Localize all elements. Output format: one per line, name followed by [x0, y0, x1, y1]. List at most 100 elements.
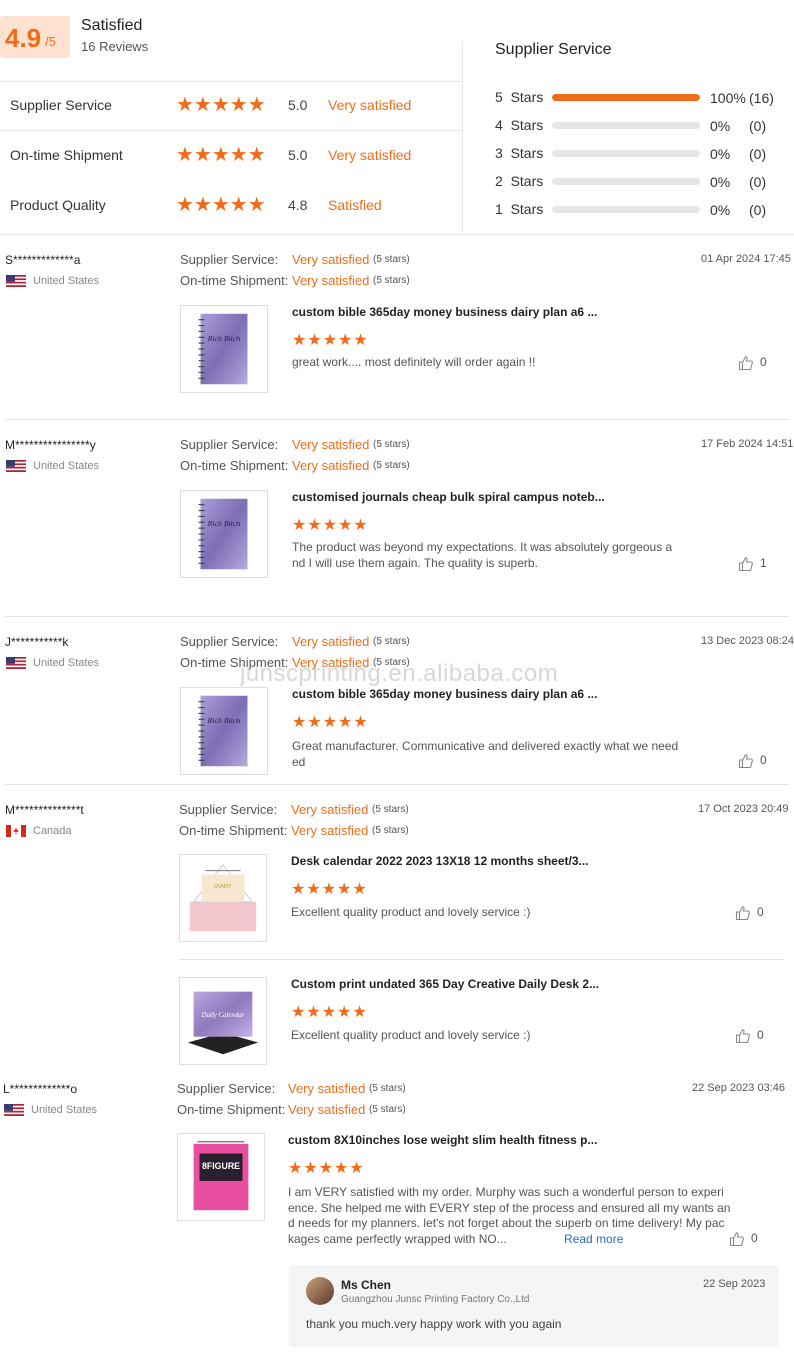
breakdown-row: 2 Stars 0% (0) — [495, 172, 785, 192]
supplier-service-verdict: Very satisfied — [288, 1081, 366, 1096]
like-count: 1 — [760, 556, 767, 571]
metric-verdict: Very satisfied — [328, 97, 412, 113]
product-title[interactable]: customised journals cheap bulk spiral ca… — [292, 490, 605, 504]
divider — [0, 130, 462, 131]
metric-label: Supplier Service — [10, 97, 112, 113]
read-more-link[interactable]: Read more — [564, 1231, 623, 1247]
reviewer-name: M****************y — [5, 438, 96, 452]
product-title[interactable]: custom 8X10inches lose weight slim healt… — [288, 1133, 597, 1147]
review-text: Excellent quality product and lovely ser… — [291, 905, 531, 919]
us-flag-icon — [6, 657, 26, 669]
divider — [179, 959, 784, 960]
us-flag-icon — [6, 275, 26, 287]
like-button[interactable]: 0 — [735, 1028, 764, 1044]
like-button[interactable]: 0 — [735, 905, 764, 921]
product-star-rating-icon: ★★★★★ — [291, 1004, 368, 1021]
supplier-service-verdict: Very satisfied — [292, 634, 370, 649]
supplier-reply: Ms Chen Guangzhou Junsc Printing Factory… — [289, 1265, 779, 1347]
supplier-service-stars: (5 stars) — [369, 1083, 406, 1094]
breakdown-bar — [552, 122, 700, 129]
product-thumbnail[interactable]: Daily Calendar — [179, 977, 267, 1065]
product-title[interactable]: custom bible 365day money business dairy… — [292, 687, 597, 701]
review-text-line: kages came perfectly wrapped with NO... — [288, 1232, 507, 1246]
review-text-line: d needs for my planners. let's not forge… — [288, 1216, 725, 1230]
reply-text: thank you much.very happy work with you … — [306, 1317, 562, 1331]
divider — [462, 42, 463, 232]
product-star-rating-icon: ★★★★★ — [288, 1160, 365, 1177]
like-count: 0 — [757, 905, 764, 920]
product-title[interactable]: Desk calendar 2022 2023 13X18 12 months … — [291, 854, 589, 868]
reviewer-country: United States — [31, 1104, 98, 1116]
product-star-rating-icon: ★★★★★ — [292, 714, 369, 731]
review-text: Excellent quality product and lovely ser… — [291, 1028, 531, 1042]
product-thumbnail[interactable]: DIARY — [179, 854, 267, 942]
like-button[interactable]: 1 — [738, 556, 767, 572]
supplier-service-stars: (5 stars) — [373, 636, 410, 647]
like-button[interactable]: 0 — [738, 355, 767, 371]
like-button[interactable]: 0 — [738, 753, 767, 769]
thumbs-up-icon — [738, 753, 754, 769]
divider — [5, 616, 789, 617]
svg-text:8FIGURE: 8FIGURE — [202, 1161, 240, 1171]
breakdown-row: 1 Stars 0% (0) — [495, 200, 785, 220]
product-thumbnail[interactable] — [180, 490, 268, 578]
reviewer-country: Canada — [33, 825, 72, 837]
metric-score: 4.8 — [288, 197, 308, 213]
breakdown-bar — [552, 178, 700, 185]
shipment-stars: (5 stars) — [373, 275, 410, 286]
divider — [0, 81, 462, 82]
breakdown-count: (0) — [749, 146, 767, 162]
like-count: 0 — [760, 355, 767, 370]
product-title[interactable]: custom bible 365day money business dairy… — [292, 305, 597, 319]
breakdown-count: (0) — [749, 174, 767, 190]
svg-text:DIARY: DIARY — [214, 884, 232, 890]
like-button[interactable]: 0 — [729, 1231, 758, 1247]
breakdown-percent: 0% — [710, 202, 731, 218]
review-date: 17 Oct 2023 20:49 — [698, 803, 789, 815]
metric-score: 5.0 — [288, 97, 308, 113]
metric-verdict: Satisfied — [328, 197, 382, 213]
supplier-service-stars: (5 stars) — [373, 439, 410, 450]
breakdown-label: 1 Stars — [495, 201, 544, 217]
supplier-service-stars: (5 stars) — [373, 254, 410, 265]
breakdown-row: 4 Stars 0% (0) — [495, 116, 785, 136]
metric-label: On-time Shipment — [10, 147, 123, 163]
shipment-verdict: Very satisfied — [288, 1102, 366, 1117]
breakdown-percent: 0% — [710, 118, 731, 134]
product-title[interactable]: Custom print undated 365 Day Creative Da… — [291, 977, 599, 991]
breakdown-percent: 0% — [710, 174, 731, 190]
divider — [5, 419, 789, 420]
breakdown-bar — [552, 150, 700, 157]
product-thumbnail[interactable]: 8FIGURE — [177, 1133, 265, 1221]
breakdown-bar — [552, 94, 700, 101]
product-thumbnail[interactable] — [180, 687, 268, 775]
review-text-line: ence. She helped me with EVERY step of t… — [288, 1201, 731, 1215]
supplier-service-label: Supplier Service: — [180, 252, 279, 267]
supplier-service-stars: (5 stars) — [372, 804, 409, 815]
thumbs-up-icon — [729, 1231, 745, 1247]
reply-date: 22 Sep 2023 — [703, 1278, 766, 1290]
reviewer-name: L*************o — [3, 1082, 78, 1096]
metric-ontime-shipment: On-time Shipment ★★★★★ 5.0 Very satisfie… — [0, 140, 462, 170]
metric-product-quality: Product Quality ★★★★★ 4.8 Satisfied — [0, 190, 462, 220]
watermark: junscprinting.en.alibaba.com — [240, 660, 559, 687]
rating-summary: 4.9 /5 Satisfied 16 Reviews Supplier Ser… — [0, 0, 794, 235]
reply-company: Guangzhou Junsc Printing Factory Co.,Ltd — [341, 1294, 530, 1305]
review-text: great work.... most definitely will orde… — [292, 355, 536, 369]
review-date: 13 Dec 2023 08:24 — [701, 635, 794, 647]
product-star-rating-icon: ★★★★★ — [292, 332, 369, 349]
canada-flag-icon — [6, 825, 26, 837]
thumbs-up-icon — [735, 1028, 751, 1044]
breakdown-label: 5 Stars — [495, 89, 544, 105]
product-thumbnail[interactable] — [180, 305, 268, 393]
shipment-label: On-time Shipment: — [177, 1102, 286, 1117]
metric-supplier-service: Supplier Service ★★★★★ 5.0 Very satisfie… — [0, 90, 462, 120]
supplier-service-label: Supplier Service: — [180, 634, 279, 649]
breakdown-label: 4 Stars — [495, 117, 544, 133]
breakdown-row: 5 Stars 100% (16) — [495, 88, 785, 108]
product-star-rating-icon: ★★★★★ — [292, 517, 369, 534]
avatar — [306, 1277, 334, 1305]
like-count: 0 — [751, 1231, 758, 1246]
like-count: 0 — [760, 753, 767, 768]
review-text-line: Great manufacturer. Communicative and de… — [292, 739, 679, 753]
